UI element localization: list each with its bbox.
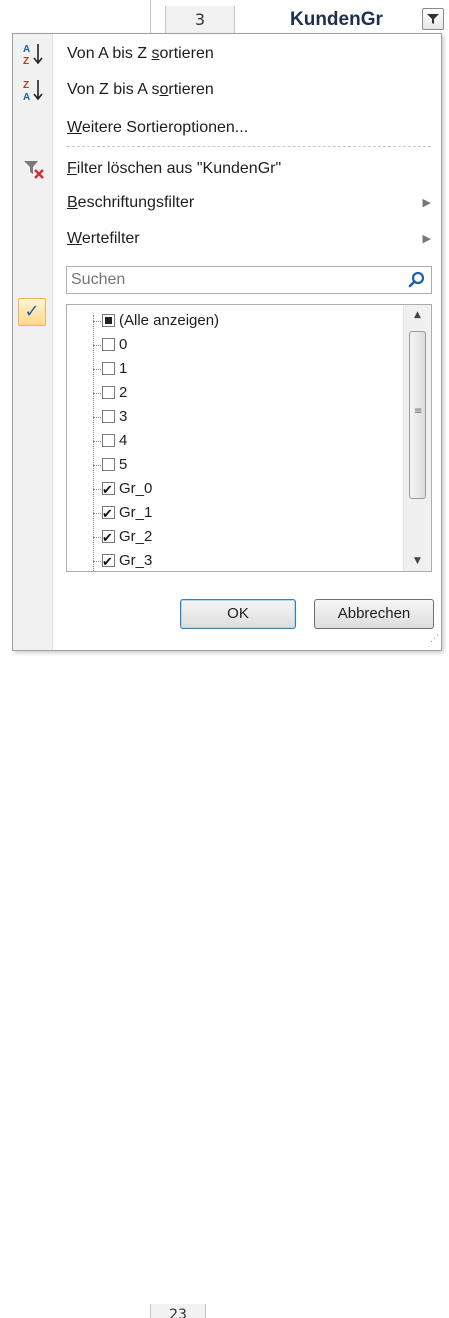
checkbox[interactable] (102, 410, 115, 423)
clear-filter-icon (24, 161, 44, 179)
tree-connector (93, 393, 101, 394)
checkbox[interactable] (102, 386, 115, 399)
list-item[interactable]: Gr_2 (67, 525, 403, 550)
menu-item-label: Weitere Sortieroptionen... (67, 119, 249, 136)
menu-item-clear-filter[interactable]: Filter löschen aus "KundenGr" (13, 151, 441, 187)
menu-item-label: Beschriftungsfilter (67, 194, 195, 211)
filter-funnel-icon (427, 14, 439, 24)
checkbox[interactable] (102, 314, 115, 327)
svg-text:Z: Z (23, 80, 29, 91)
submenu-arrow-icon: ▶ (422, 233, 431, 245)
menu-item-sort-za[interactable]: Z A Von Z bis A sortieren (13, 72, 441, 108)
list-item-label: 1 (119, 360, 128, 377)
list-item-label: 3 (119, 408, 128, 425)
svg-text:Z: Z (23, 56, 29, 67)
list-item[interactable]: Gr_1 (67, 501, 403, 526)
scroll-down-arrow-icon[interactable]: ▼ (404, 551, 431, 571)
list-item-label: Gr_2 (119, 528, 153, 545)
checkbox[interactable] (102, 478, 115, 502)
grip-icon: ≡ (414, 406, 423, 417)
value-list: (Alle anzeigen) 0 1 2 3 4 5 Gr_0 Gr_1 Gr_2 Gr_3 ▲ … (66, 304, 432, 572)
list-item[interactable]: 4 (67, 429, 403, 453)
menu-item-label: Von A bis Z sortieren (67, 45, 214, 62)
tree-connector (93, 513, 101, 514)
list-item[interactable]: 5 (67, 453, 403, 477)
svg-text:A: A (23, 44, 30, 55)
list-item[interactable]: 2 (67, 381, 403, 405)
list-item[interactable]: 1 (67, 357, 403, 381)
tree-connector (93, 561, 101, 562)
tree-connector (93, 465, 101, 466)
row-header-cell: 23 (150, 1304, 206, 1318)
tree-connector (93, 369, 101, 370)
list-item[interactable]: 0 (67, 333, 403, 357)
list-item-label: Gr_0 (119, 480, 153, 497)
checkbox[interactable] (102, 502, 115, 526)
list-item-label: 0 (119, 336, 128, 353)
menu-separator (67, 146, 431, 147)
list-item-label: (Alle anzeigen) (119, 312, 220, 329)
sheet-top-strip: 3 KundenGr (0, 0, 449, 34)
submenu-arrow-icon: ▶ (422, 197, 431, 209)
tree-connector (93, 417, 101, 418)
sheet-bottom-strip: 23 (0, 652, 449, 1318)
grid-line (150, 0, 151, 34)
menu-item-more-sort-options[interactable]: Weitere Sortieroptionen... (13, 110, 441, 146)
magnifier-icon[interactable] (407, 270, 427, 290)
list-item[interactable]: (Alle anzeigen) (67, 309, 403, 333)
resize-grip-icon[interactable]: ⋰ (427, 635, 439, 648)
menu-item-sort-az[interactable]: A Z Von A bis Z sortieren (13, 36, 441, 72)
tree-connector (93, 321, 101, 322)
menu-item-label: Von Z bis A sortieren (67, 81, 214, 98)
tree-connector (93, 441, 101, 442)
tree-connector (93, 537, 101, 538)
sort-az-icon: A Z (23, 44, 43, 67)
checkbox[interactable] (102, 458, 115, 471)
menu-item-label: Filter löschen aus "KundenGr" (67, 160, 282, 177)
checkbox[interactable] (102, 434, 115, 447)
list-scrollbar[interactable]: ▲ ≡ ▼ (403, 305, 431, 571)
list-item-label: Gr_3 (119, 552, 153, 569)
checkbox[interactable] (102, 362, 115, 375)
autofilter-panel: A Z Von A bis Z sortieren Z A Von Z bis … (12, 33, 442, 651)
scroll-thumb[interactable]: ≡ (409, 331, 426, 499)
svg-text:A: A (23, 92, 30, 103)
checkbox[interactable] (102, 526, 115, 550)
checkbox[interactable] (102, 550, 115, 571)
search-box[interactable] (66, 266, 432, 294)
list-item[interactable]: 3 (67, 405, 403, 429)
filter-active-check-icon: ✓ (18, 298, 46, 326)
scroll-up-arrow-icon[interactable]: ▲ (404, 305, 431, 325)
list-item-label: 4 (119, 432, 128, 449)
row-header-cell: 3 (165, 6, 235, 34)
menu-item-label: Wertefilter (67, 230, 140, 247)
ok-button[interactable]: OK (180, 599, 296, 629)
list-item-label: 5 (119, 456, 128, 473)
menu-item-label-filter[interactable]: Beschriftungsfilter ▶ (13, 185, 441, 221)
list-item[interactable]: Gr_3 (67, 549, 403, 571)
value-list-items: (Alle anzeigen) 0 1 2 3 4 5 Gr_0 Gr_1 Gr_2 Gr_3 (67, 305, 403, 571)
list-item-label: 2 (119, 384, 128, 401)
menu-item-value-filter[interactable]: Wertefilter ▶ (13, 221, 441, 257)
filter-dropdown-button[interactable] (422, 8, 444, 30)
checkbox[interactable] (102, 338, 115, 351)
list-item-label: Gr_1 (119, 504, 153, 521)
sort-za-icon: Z A (23, 80, 43, 103)
list-item[interactable]: Gr_0 (67, 477, 403, 502)
tree-connector (93, 489, 101, 490)
search-input[interactable] (67, 267, 387, 293)
cancel-button[interactable]: Abbrechen (314, 599, 434, 629)
tree-connector (93, 345, 101, 346)
